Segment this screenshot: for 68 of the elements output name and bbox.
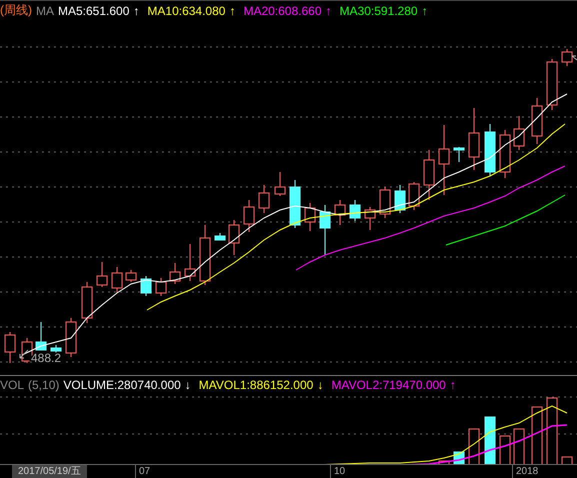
volume-bar bbox=[484, 416, 496, 464]
volume-value: MAVOL1:886152.000 bbox=[198, 378, 314, 392]
trend-arrow: ↑ bbox=[422, 4, 428, 18]
indicator-label: VOL bbox=[0, 378, 24, 392]
candle bbox=[532, 98, 542, 144]
trend-arrow: ↑ bbox=[229, 4, 236, 18]
candle bbox=[562, 48, 572, 66]
candle bbox=[408, 182, 420, 210]
candle bbox=[394, 184, 406, 214]
moving-average-value: MA30:591.280 bbox=[340, 4, 418, 18]
candle bbox=[22, 338, 32, 364]
period-label: (周线) bbox=[0, 2, 32, 19]
candle bbox=[350, 200, 360, 222]
axis-label: 2018 bbox=[512, 465, 538, 478]
candle bbox=[424, 150, 434, 200]
trend-arrow: ↑ bbox=[133, 4, 140, 18]
volume-bar bbox=[532, 406, 542, 464]
candle bbox=[36, 322, 46, 350]
volume-bar bbox=[514, 428, 524, 464]
moving-average-value: MA5:651.600 bbox=[58, 4, 130, 18]
candle bbox=[274, 172, 286, 196]
candle bbox=[546, 58, 558, 110]
candle bbox=[484, 124, 496, 176]
volume-bar bbox=[500, 436, 510, 464]
candle bbox=[258, 184, 270, 214]
candle bbox=[4, 332, 16, 364]
moving-average-value: MA20:608.660 bbox=[243, 4, 322, 18]
candle bbox=[454, 146, 464, 162]
candle bbox=[140, 276, 152, 296]
candle bbox=[82, 282, 92, 324]
candle bbox=[214, 232, 226, 240]
parameter-label: (5,10) bbox=[28, 378, 60, 392]
indicator-label: MA bbox=[36, 4, 54, 18]
trend-arrow: ↓ bbox=[317, 378, 324, 392]
candle bbox=[170, 262, 180, 284]
candle bbox=[514, 116, 524, 150]
trend-arrow: ↑ bbox=[450, 378, 456, 392]
candle bbox=[112, 266, 122, 294]
candle bbox=[304, 202, 316, 232]
axis-label: 10 bbox=[330, 465, 346, 478]
candle bbox=[126, 270, 136, 282]
candle bbox=[228, 220, 240, 256]
cursor-date-label: 2017/05/19/五 bbox=[12, 465, 87, 478]
candle bbox=[334, 200, 346, 226]
candle bbox=[438, 124, 450, 196]
trend-arrow: ↓ bbox=[184, 378, 191, 392]
axis-label: 07 bbox=[135, 465, 150, 478]
candle bbox=[364, 206, 376, 230]
volume-value: VOLUME:280740.000 bbox=[63, 378, 181, 392]
candle bbox=[156, 278, 166, 296]
trend-arrow: ↑ bbox=[326, 4, 332, 18]
candle bbox=[320, 204, 330, 256]
candle bbox=[244, 200, 254, 232]
volume-bar bbox=[562, 456, 572, 464]
candle bbox=[66, 318, 76, 358]
volume-bar bbox=[546, 398, 558, 464]
volume-value: MAVOL2:719470.000 bbox=[331, 378, 446, 392]
moving-average-value: MA10:634.080 bbox=[147, 4, 226, 18]
pointer-arrow-icon bbox=[20, 350, 28, 358]
candle bbox=[380, 186, 390, 218]
pointer-arrow-icon bbox=[572, 56, 577, 60]
volume-bar bbox=[468, 428, 480, 464]
candle bbox=[184, 244, 196, 282]
candle bbox=[96, 262, 108, 288]
candle bbox=[200, 224, 210, 286]
candle bbox=[290, 180, 300, 228]
candle bbox=[468, 108, 480, 170]
candle bbox=[500, 130, 510, 178]
